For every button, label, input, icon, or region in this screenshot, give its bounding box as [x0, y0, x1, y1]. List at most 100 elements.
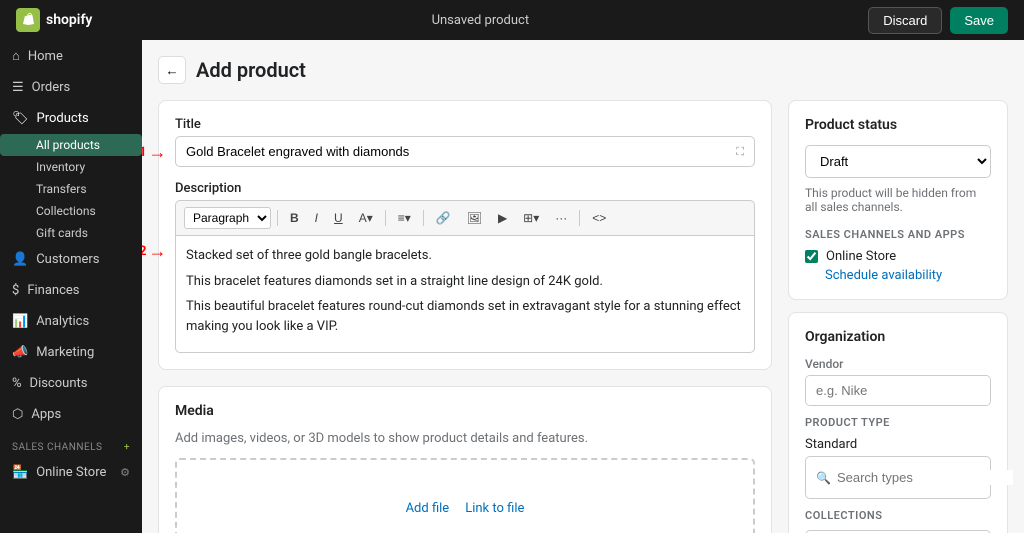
description-toolbar: Paragraph B I U A▾ ≡▾ 🔗 🖼: [175, 200, 755, 235]
description-content-wrapper: 2 → Stacked set of three gold bangle bra…: [175, 235, 755, 353]
discard-button[interactable]: Discard: [868, 7, 942, 34]
search-types-field: 🔍 ▾: [805, 456, 991, 499]
sidebar-item-online-store[interactable]: 🏪 Online Store ⚙: [0, 457, 142, 488]
sidebar-item-discounts[interactable]: % Discounts: [0, 368, 142, 399]
sidebar-item-analytics[interactable]: 📊 Analytics: [0, 306, 142, 337]
title-input[interactable]: [186, 144, 736, 159]
media-title: Media: [175, 403, 755, 419]
bold-button[interactable]: B: [284, 208, 305, 228]
media-dropzone[interactable]: Add file Link to file: [175, 458, 755, 533]
back-button[interactable]: ←: [158, 56, 186, 84]
sidebar-label-home: Home: [28, 49, 63, 64]
sales-channels-apps-label: SALES CHANNELS AND APPS: [805, 228, 991, 241]
sidebar-sub-all-products[interactable]: All products: [0, 134, 142, 156]
toolbar-divider-4: [579, 210, 580, 226]
media-card: Media Add images, videos, or 3D models t…: [158, 386, 772, 533]
underline-button[interactable]: U: [328, 208, 349, 228]
italic-button[interactable]: I: [309, 208, 324, 228]
description-content[interactable]: Stacked set of three gold bangle bracele…: [175, 235, 755, 353]
title-input-row: 1 → ⛶: [175, 136, 755, 167]
sidebar-label-marketing: Marketing: [36, 345, 94, 360]
online-store-checkbox[interactable]: [805, 250, 818, 263]
sidebar-sub-transfers[interactable]: Transfers: [0, 178, 142, 200]
sidebar: ⌂ Home ☰ Orders 🏷 Products All products …: [0, 40, 142, 533]
sidebar-item-products[interactable]: 🏷 Products: [0, 103, 142, 134]
sales-channels-section: SALES CHANNELS AND APPS Online Store Sch…: [805, 228, 991, 283]
video-button[interactable]: ▶: [492, 208, 513, 228]
product-type-label: PRODUCT TYPE: [805, 416, 991, 429]
sidebar-label-analytics: Analytics: [36, 314, 89, 329]
shopify-logo: shopify: [16, 8, 92, 32]
title-description-card: Title 1 → ⛶: [158, 100, 772, 370]
sidebar-item-orders[interactable]: ☰ Orders: [0, 72, 142, 103]
image-button[interactable]: 🖼: [461, 208, 488, 228]
vendor-field: ▾: [805, 375, 991, 406]
online-store-settings-icon[interactable]: ⚙: [120, 466, 130, 479]
save-button[interactable]: Save: [950, 7, 1008, 34]
font-color-button[interactable]: A▾: [353, 208, 379, 228]
table-button[interactable]: ⊞▾: [517, 208, 545, 228]
code-button[interactable]: <>: [586, 208, 612, 228]
topbar-actions: Discard Save: [868, 7, 1008, 34]
title-input-container: ⛶: [175, 136, 755, 167]
sidebar-item-customers[interactable]: 👤 Customers: [0, 244, 142, 275]
collections-wrapper: COLLECTIONS 🔍 Add this product to a coll…: [805, 509, 991, 533]
apps-icon: ⬡: [12, 407, 23, 422]
add-file-link[interactable]: Add file: [406, 501, 450, 516]
organization-title: Organization: [805, 329, 991, 345]
sidebar-label-apps: Apps: [31, 407, 61, 422]
online-store-icon: 🏪: [12, 465, 28, 480]
more-button[interactable]: ···: [549, 208, 573, 228]
desc-line-2: This bracelet features diamonds set in a…: [186, 272, 744, 292]
marketing-icon: 📣: [12, 345, 28, 360]
align-button[interactable]: ≡▾: [392, 208, 417, 228]
back-arrow-icon: ←: [165, 63, 178, 78]
topbar: shopify Unsaved product Discard Save: [0, 0, 1024, 40]
status-select[interactable]: Draft Active: [805, 145, 991, 178]
media-description: Add images, videos, or 3D models to show…: [175, 431, 755, 446]
sales-channels-label: SALES CHANNELS +: [0, 430, 142, 457]
analytics-icon: 📊: [12, 314, 28, 329]
desc-line-1: Stacked set of three gold bangle bracele…: [186, 246, 744, 266]
title-expand-icon: ⛶: [736, 145, 744, 159]
toolbar-divider-2: [385, 210, 386, 226]
vendor-label: Vendor: [805, 357, 991, 371]
page-header: ← Add product: [158, 56, 1008, 84]
status-title: Product status: [805, 117, 991, 133]
schedule-availability-link[interactable]: Schedule availability: [805, 268, 991, 283]
sidebar-sub-gift-cards[interactable]: Gift cards: [0, 222, 142, 244]
sidebar-label-online-store: Online Store: [36, 465, 106, 480]
description-label: Description: [175, 181, 755, 196]
annotation-2: 2 →: [142, 241, 166, 262]
sidebar-label-products: Products: [37, 111, 89, 126]
vendor-input[interactable]: [806, 376, 991, 405]
search-types-input[interactable]: [837, 470, 1013, 485]
sidebar-label-discounts: Discounts: [30, 376, 88, 391]
products-icon: 🏷: [12, 111, 29, 126]
toolbar-divider-1: [277, 210, 278, 226]
title-field-wrapper: Title 1 → ⛶: [175, 117, 755, 167]
sidebar-sub-collections[interactable]: Collections: [0, 200, 142, 222]
paragraph-select[interactable]: Paragraph: [184, 207, 271, 229]
link-to-file-link[interactable]: Link to file: [465, 501, 524, 516]
status-note: This product will be hidden from all sal…: [805, 186, 991, 214]
shopify-brand-text: shopify: [46, 12, 92, 28]
sidebar-item-home[interactable]: ⌂ Home: [0, 40, 142, 72]
main-content: ← Add product Title 1 →: [142, 40, 1024, 533]
online-store-label: Online Store: [826, 249, 896, 264]
home-icon: ⌂: [12, 48, 20, 64]
sidebar-item-apps[interactable]: ⬡ Apps: [0, 399, 142, 430]
sidebar-item-marketing[interactable]: 📣 Marketing: [0, 337, 142, 368]
online-store-row: Online Store: [805, 249, 991, 264]
main-layout: ⌂ Home ☰ Orders 🏷 Products All products …: [0, 40, 1024, 533]
shopify-icon: [16, 8, 40, 32]
add-sales-channel-icon[interactable]: +: [124, 442, 130, 453]
right-panel: Product status Draft Active This product…: [788, 100, 1008, 533]
sidebar-sub-inventory[interactable]: Inventory: [0, 156, 142, 178]
sidebar-item-finances[interactable]: $ Finances: [0, 275, 142, 306]
organization-card: Organization Vendor ▾ PRODUCT TYPE Stand…: [788, 312, 1008, 533]
link-button[interactable]: 🔗: [430, 208, 457, 228]
topbar-page-title: Unsaved product: [432, 13, 530, 28]
search-types-select-button[interactable]: ▾: [1019, 463, 1024, 492]
desc-line-3: This beautiful bracelet features round-c…: [186, 297, 744, 336]
